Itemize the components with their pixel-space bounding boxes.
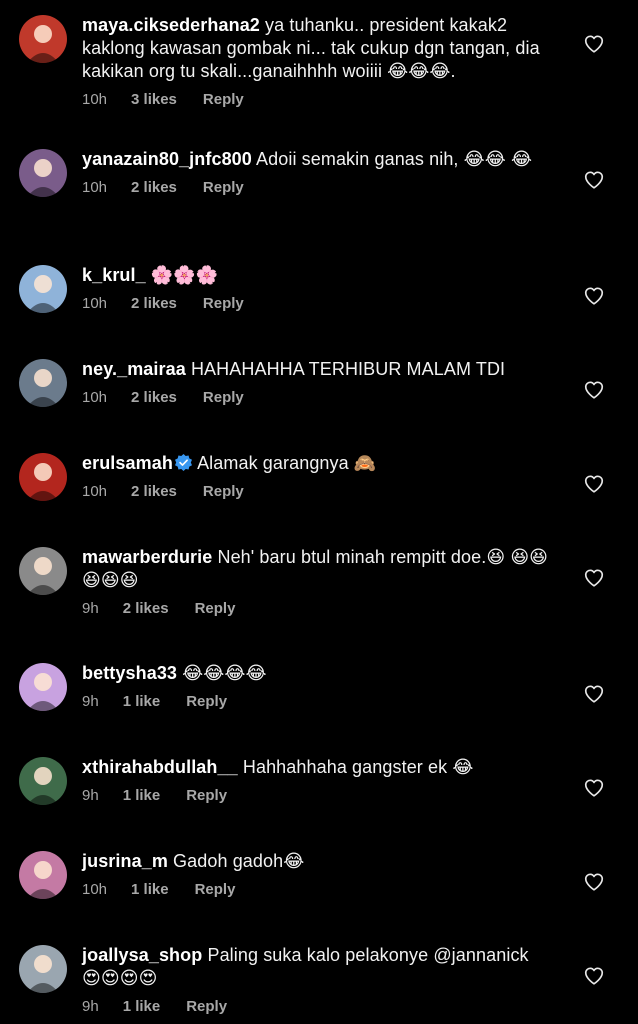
username-link[interactable]: bettysha33 <box>82 663 177 683</box>
username-link[interactable]: jusrina_m <box>82 851 168 871</box>
likes-count-link[interactable]: 2 likes <box>131 389 177 406</box>
like-heart-icon[interactable] <box>583 473 607 497</box>
timestamp: 9h <box>82 693 99 710</box>
comment-meta: 10h 2 likes Reply <box>82 179 552 197</box>
reply-button[interactable]: Reply <box>195 881 236 898</box>
reply-button[interactable]: Reply <box>203 389 244 406</box>
timestamp: 10h <box>82 389 108 406</box>
avatar[interactable] <box>19 265 67 313</box>
timestamp: 9h <box>82 600 99 617</box>
comment-text: mawarberdurie Neh' baru btul minah rempi… <box>82 546 552 592</box>
likes-count-link[interactable]: 2 likes <box>131 179 177 196</box>
timestamp: 10h <box>82 881 108 898</box>
comment-message: Alamak garangnya 🙈 <box>197 453 377 473</box>
timestamp: 10h <box>82 295 108 312</box>
comment-text: maya.ciksederhana2 ya tuhanku.. presiden… <box>82 14 552 83</box>
likes-count-link[interactable]: 1 like <box>123 787 161 804</box>
likes-count-link[interactable]: 1 like <box>123 998 161 1015</box>
username-link[interactable]: k_krul_ <box>82 265 146 285</box>
likes-count-link[interactable]: 3 likes <box>131 91 177 108</box>
like-heart-icon[interactable] <box>583 33 607 57</box>
reply-button[interactable]: Reply <box>203 179 244 196</box>
likes-count-link[interactable]: 1 like <box>123 693 161 710</box>
username-link[interactable]: mawarberdurie <box>82 547 212 567</box>
comment-text: bettysha33 😂😂😂😂 <box>82 662 552 685</box>
username-link[interactable]: xthirahabdullah__ <box>82 757 238 777</box>
comment-text: k_krul_ 🌸🌸🌸 <box>82 264 552 287</box>
like-heart-icon[interactable] <box>583 965 607 989</box>
reply-button[interactable]: Reply <box>203 91 244 108</box>
like-heart-icon[interactable] <box>583 777 607 801</box>
timestamp: 9h <box>82 787 99 804</box>
username-link[interactable]: joallysa_shop <box>82 945 202 965</box>
reply-button[interactable]: Reply <box>186 787 227 804</box>
avatar[interactable] <box>19 757 67 805</box>
likes-count-link[interactable]: 1 like <box>131 881 169 898</box>
comment-text: yanazain80_jnfc800 Adoii semakin ganas n… <box>82 148 552 171</box>
avatar[interactable] <box>19 149 67 197</box>
comment-meta: 10h 2 likes Reply <box>82 389 552 407</box>
timestamp: 10h <box>82 483 108 500</box>
reply-button[interactable]: Reply <box>186 998 227 1015</box>
comment-meta: 10h 3 likes Reply <box>82 91 552 109</box>
comment-text: joallysa_shop Paling suka kalo pelakonye… <box>82 944 552 990</box>
username-link[interactable]: erulsamah <box>82 453 173 473</box>
comment-text: xthirahabdullah__ Hahhahhaha gangster ek… <box>82 756 552 779</box>
avatar[interactable] <box>19 15 67 63</box>
likes-count-link[interactable]: 2 likes <box>123 600 169 617</box>
comment-meta: 10h 1 like Reply <box>82 881 552 899</box>
username-link[interactable]: ney._mairaa <box>82 359 186 379</box>
avatar[interactable] <box>19 663 67 711</box>
reply-button[interactable]: Reply <box>203 295 244 312</box>
like-heart-icon[interactable] <box>583 169 607 193</box>
like-heart-icon[interactable] <box>583 285 607 309</box>
avatar[interactable] <box>19 945 67 993</box>
comment-meta: 9h 2 likes Reply <box>82 600 552 618</box>
username-link[interactable]: yanazain80_jnfc800 <box>82 149 252 169</box>
avatar[interactable] <box>19 359 67 407</box>
comment-message: HAHAHAHHA TERHIBUR MALAM TDI <box>190 359 506 379</box>
comment-meta: 9h 1 like Reply <box>82 998 552 1016</box>
timestamp: 9h <box>82 998 99 1015</box>
comment-meta: 9h 1 like Reply <box>82 787 552 805</box>
avatar[interactable] <box>19 547 67 595</box>
reply-button[interactable]: Reply <box>195 600 236 617</box>
comment-message: 😂😂😂😂 <box>182 663 267 683</box>
likes-count-link[interactable]: 2 likes <box>131 483 177 500</box>
like-heart-icon[interactable] <box>583 379 607 403</box>
reply-button[interactable]: Reply <box>203 483 244 500</box>
verified-badge-icon <box>174 454 192 471</box>
likes-count-link[interactable]: 2 likes <box>131 295 177 312</box>
comment-message: Hahhahhaha gangster ek 😂 <box>242 757 474 777</box>
like-heart-icon[interactable] <box>583 683 607 707</box>
like-heart-icon[interactable] <box>583 871 607 895</box>
comment-text: jusrina_m Gadoh gadoh😂 <box>82 850 552 873</box>
comment-meta: 10h 2 likes Reply <box>82 295 552 313</box>
comment-message: Adoii semakin ganas nih, 😂😂 😂 <box>256 149 533 169</box>
username-link[interactable]: maya.ciksederhana2 <box>82 15 260 35</box>
comment-message: 🌸🌸🌸 <box>150 265 219 285</box>
avatar[interactable] <box>19 453 67 501</box>
comment-text: erulsamah Alamak garangnya 🙈 <box>82 452 552 475</box>
comment-message: Gadoh gadoh😂 <box>173 851 305 871</box>
timestamp: 10h <box>82 179 108 196</box>
comment-meta: 9h 1 like Reply <box>82 693 552 711</box>
avatar[interactable] <box>19 851 67 899</box>
comment-text: ney._mairaa HAHAHAHHA TERHIBUR MALAM TDI <box>82 358 552 381</box>
timestamp: 10h <box>82 91 108 108</box>
reply-button[interactable]: Reply <box>186 693 227 710</box>
comment-meta: 10h 2 likes Reply <box>82 483 552 501</box>
like-heart-icon[interactable] <box>583 567 607 591</box>
